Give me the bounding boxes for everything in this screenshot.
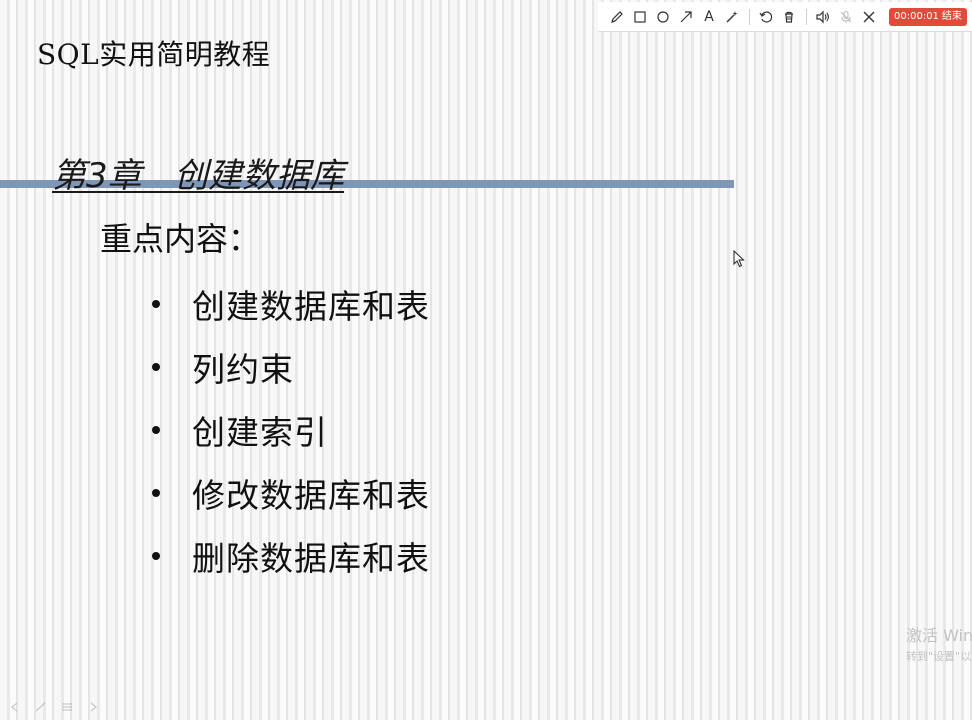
activation-watermark: 激活 Win 转到"设置"以 bbox=[906, 622, 972, 664]
bullet-dot-icon bbox=[152, 362, 160, 371]
circle-icon[interactable] bbox=[652, 6, 674, 28]
timer-value: 00:00:01 bbox=[894, 10, 939, 22]
bullet-dot-icon bbox=[152, 551, 160, 560]
list-item: 列约束 bbox=[148, 335, 430, 398]
end-recording-button[interactable]: 结束 bbox=[942, 8, 962, 26]
slide: SQL实用简明教程 第3章 创建数据库 重点内容： 创建数据库和表 列约束 创建… bbox=[0, 0, 972, 720]
undo-icon[interactable] bbox=[755, 6, 777, 28]
toolbar-divider bbox=[806, 8, 807, 25]
text-tool-label: A bbox=[704, 8, 714, 25]
course-title: SQL实用简明教程 bbox=[37, 38, 271, 71]
menu-icon[interactable] bbox=[58, 700, 76, 714]
watermark-line2: 转到"设置"以 bbox=[906, 650, 972, 663]
key-points-heading: 重点内容： bbox=[100, 220, 261, 258]
slideshow-controls bbox=[6, 700, 102, 714]
bullet-dot-icon bbox=[152, 488, 160, 497]
microphone-muted-icon[interactable] bbox=[835, 6, 857, 28]
mouse-cursor-icon bbox=[733, 249, 745, 272]
pen-icon[interactable] bbox=[32, 700, 50, 714]
bullet-dot-icon bbox=[152, 299, 160, 308]
list-item: 修改数据库和表 bbox=[148, 461, 430, 524]
rectangle-icon[interactable] bbox=[629, 6, 651, 28]
pencil-icon[interactable] bbox=[606, 6, 628, 28]
bullet-list: 创建数据库和表 列约束 创建索引 修改数据库和表 删除数据库和表 bbox=[148, 272, 430, 587]
chapter-title: 第3章 创建数据库 bbox=[52, 156, 345, 196]
trash-icon[interactable] bbox=[778, 6, 800, 28]
next-icon[interactable] bbox=[84, 700, 102, 714]
bullet-text: 创建数据库和表 bbox=[192, 286, 430, 326]
toolbar-divider bbox=[749, 8, 750, 25]
speaker-icon[interactable] bbox=[812, 6, 834, 28]
list-item: 创建索引 bbox=[148, 398, 430, 461]
arrow-icon[interactable] bbox=[675, 6, 697, 28]
bullet-text: 列约束 bbox=[192, 349, 294, 389]
text-icon[interactable]: A bbox=[698, 6, 720, 28]
bullet-text: 删除数据库和表 bbox=[192, 538, 430, 578]
close-icon[interactable] bbox=[858, 6, 880, 28]
recording-timer[interactable]: 00:00:01 结束 bbox=[889, 7, 967, 26]
bullet-dot-icon bbox=[152, 425, 160, 434]
bullet-text: 修改数据库和表 bbox=[192, 475, 430, 515]
watermark-line1: 激活 Win bbox=[906, 626, 972, 645]
list-item: 删除数据库和表 bbox=[148, 524, 430, 587]
bullet-text: 创建索引 bbox=[192, 412, 328, 452]
annotation-toolbar: A 00:00:01 结束 bbox=[598, 2, 972, 32]
previous-icon[interactable] bbox=[6, 700, 24, 714]
list-item: 创建数据库和表 bbox=[148, 272, 430, 335]
magic-wand-icon[interactable] bbox=[721, 6, 743, 28]
